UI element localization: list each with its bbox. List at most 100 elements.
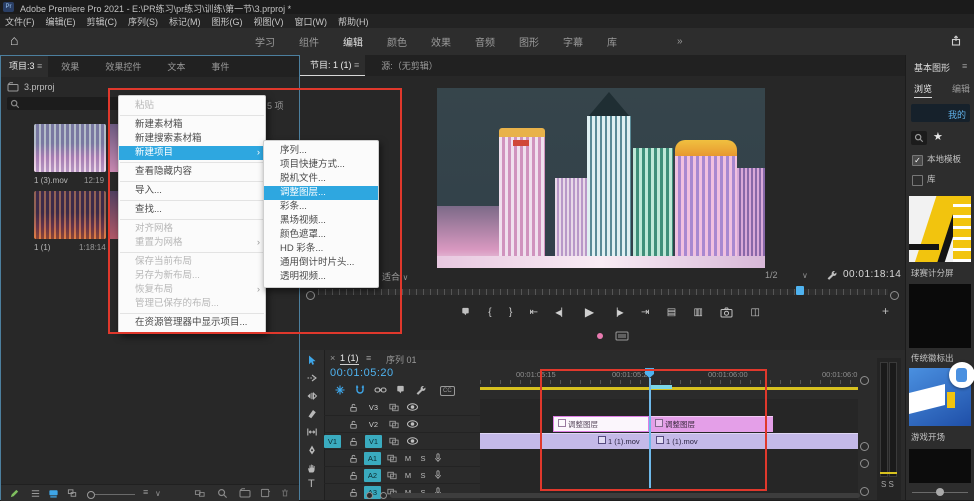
menu-item-save-as-new-layout[interactable]: 另存为新布局... <box>119 269 265 283</box>
menu-graphics[interactable]: 图形(G) <box>212 15 243 28</box>
track-name-v3[interactable]: V3 <box>365 401 382 414</box>
pen-tool-icon[interactable] <box>306 444 318 456</box>
track-lock-icon[interactable] <box>348 419 359 430</box>
snap-magnet-icon[interactable] <box>354 384 366 396</box>
workspace-tab-assembly[interactable]: 组件 <box>299 34 319 49</box>
tab-events[interactable]: 事件 <box>198 60 242 73</box>
export-frame-camera-icon[interactable] <box>720 307 733 318</box>
track-lock-icon[interactable] <box>348 453 359 464</box>
source-patch-v1[interactable]: V1 <box>324 435 341 448</box>
submenu-item-offline-file[interactable]: 脱机文件... <box>264 172 378 186</box>
track-name-a2[interactable]: A2 <box>364 469 381 482</box>
tab-browse[interactable]: 浏览 <box>914 82 932 98</box>
track-height-handle[interactable] <box>366 492 373 499</box>
timeline-timecode[interactable]: 00:01:05:20 <box>330 367 394 379</box>
mute-button[interactable]: M <box>403 471 413 480</box>
tab-edit[interactable]: 编辑 <box>952 82 970 95</box>
panel-menu-icon[interactable]: ≡ <box>366 353 371 363</box>
tab-source-monitor[interactable]: 源:（无剪辑） <box>365 59 454 72</box>
comparison-view-icon[interactable]: ◫ <box>751 307 760 318</box>
menu-item-save-current-layout[interactable]: 保存当前布局 <box>119 255 265 269</box>
automate-to-sequence-icon[interactable] <box>194 488 206 499</box>
submenu-item-universal-countdown[interactable]: 通用倒计时片头... <box>264 256 378 270</box>
timeline-tab-close-icon[interactable]: × <box>330 353 335 363</box>
marker-icon[interactable] <box>395 384 406 396</box>
edit-pencil-icon[interactable] <box>9 488 20 499</box>
menu-sequence[interactable]: 序列(S) <box>128 15 158 28</box>
zoom-slider-handle[interactable] <box>87 491 95 499</box>
new-item-icon[interactable] <box>260 488 271 498</box>
nest-toggle-icon[interactable] <box>334 384 346 396</box>
clip-adjustment-layer[interactable]: 调整图层 <box>651 416 773 432</box>
submenu-item-color-matte[interactable]: 颜色遮罩... <box>264 228 378 242</box>
project-item-thumbnail[interactable] <box>34 124 106 172</box>
template-thumbnail-scoreboard[interactable] <box>909 196 971 262</box>
track-name-v2[interactable]: V2 <box>365 418 382 431</box>
submenu-item-black-video[interactable]: 黑场视频... <box>264 214 378 228</box>
submenu-item-transparent-video[interactable]: 透明视频... <box>264 270 378 284</box>
template-thumbnail-game-opening[interactable] <box>909 368 971 426</box>
project-item-name[interactable]: 1 (3).mov <box>34 176 68 185</box>
menu-clip[interactable]: 剪辑(C) <box>87 15 118 28</box>
selection-tool-icon[interactable] <box>306 354 318 367</box>
track-height-handle[interactable] <box>380 492 387 499</box>
extract-icon[interactable]: ▥ <box>693 307 702 318</box>
panel-menu-icon[interactable]: ≡ <box>354 60 359 70</box>
sync-lock-icon[interactable] <box>386 453 398 464</box>
sync-lock-icon[interactable] <box>386 470 398 481</box>
template-thumbnail-logo-reveal[interactable] <box>909 284 971 348</box>
menu-item-align-grid[interactable]: 对齐网格 <box>119 222 265 236</box>
tab-effect-controls[interactable]: 效果控件 <box>92 60 154 73</box>
freeform-view-icon[interactable] <box>67 488 78 499</box>
scrubber-left-handle[interactable] <box>306 291 315 300</box>
clip-video-1-1-mov[interactable]: 1 (1).mov 1 (1).mov <box>480 433 858 449</box>
workspace-tab-graphics[interactable]: 图形 <box>519 34 539 49</box>
track-name-a1[interactable]: A1 <box>364 452 381 465</box>
playback-resolution-dropdown[interactable]: 1/2 ∨ <box>765 270 808 280</box>
checkbox-local-templates[interactable]: ✓ 本地模板 <box>912 153 961 165</box>
submenu-item-sequence[interactable]: 序列... <box>264 144 378 158</box>
menu-edit[interactable]: 编辑(E) <box>46 15 76 28</box>
project-item-thumbnail[interactable] <box>34 191 106 239</box>
step-back-icon[interactable]: ◀▏ <box>555 308 567 317</box>
razor-tool-icon[interactable] <box>306 408 318 420</box>
hand-tool-icon[interactable] <box>306 462 318 474</box>
timeline-ruler[interactable]: 00:01:05:15 00:01:05:20 00:01:06:00 00:0… <box>480 368 858 384</box>
workspace-tab-effects[interactable]: 效果 <box>431 34 451 49</box>
sort-icon[interactable]: ≡ <box>143 487 148 497</box>
workspace-overflow-chevron[interactable]: » <box>677 36 683 47</box>
zoom-slider-track[interactable] <box>95 494 135 495</box>
find-icon[interactable] <box>217 488 228 499</box>
voiceover-mic-icon[interactable] <box>433 452 443 464</box>
track-lock-icon[interactable] <box>348 436 359 447</box>
submenu-item-adjustment-layer[interactable]: 调整图层... <box>264 186 378 200</box>
settings-wrench-icon[interactable] <box>825 269 837 281</box>
list-view-icon[interactable] <box>30 488 41 499</box>
tab-project[interactable]: 项目:3 ≡ <box>1 56 48 77</box>
go-to-out-icon[interactable]: ⇥ <box>641 307 649 318</box>
zoom-fit-dropdown[interactable]: 适合 ∨ <box>382 270 408 283</box>
submenu-item-hd-bars[interactable]: HD 彩条... <box>264 242 378 256</box>
workspace-tab-color[interactable]: 颜色 <box>387 34 407 49</box>
menu-item-import[interactable]: 导入... <box>119 184 265 198</box>
checkbox-libraries[interactable]: 库 <box>912 173 936 185</box>
track-lock-icon[interactable] <box>348 487 359 498</box>
submenu-item-bars-and-tone[interactable]: 彩条... <box>264 200 378 214</box>
timeline-scrollbar-handle[interactable] <box>860 459 869 468</box>
add-marker-icon[interactable] <box>460 306 471 318</box>
track-output-eye-icon[interactable] <box>406 436 419 446</box>
sync-lock-icon[interactable] <box>388 419 400 430</box>
tab-program-monitor[interactable]: 节目: 1 (1) ≡ <box>300 55 365 76</box>
tab-text[interactable]: 文本 <box>154 60 198 73</box>
lift-icon[interactable]: ▤ <box>667 307 676 318</box>
track-output-eye-icon[interactable] <box>406 402 419 412</box>
menu-view[interactable]: 视图(V) <box>254 15 284 28</box>
solo-button[interactable]: S <box>418 454 428 463</box>
drag-audio-icon[interactable] <box>615 331 629 341</box>
share-export-icon[interactable] <box>950 35 962 47</box>
workspace-tab-learning[interactable]: 学习 <box>255 34 275 49</box>
track-output-eye-icon[interactable] <box>406 419 419 429</box>
panel-menu-icon[interactable]: ≡ <box>962 61 967 71</box>
menu-item-view-hidden[interactable]: 查看隐藏内容 <box>119 165 265 179</box>
templates-dropdown[interactable]: 我的 <box>911 104 970 122</box>
